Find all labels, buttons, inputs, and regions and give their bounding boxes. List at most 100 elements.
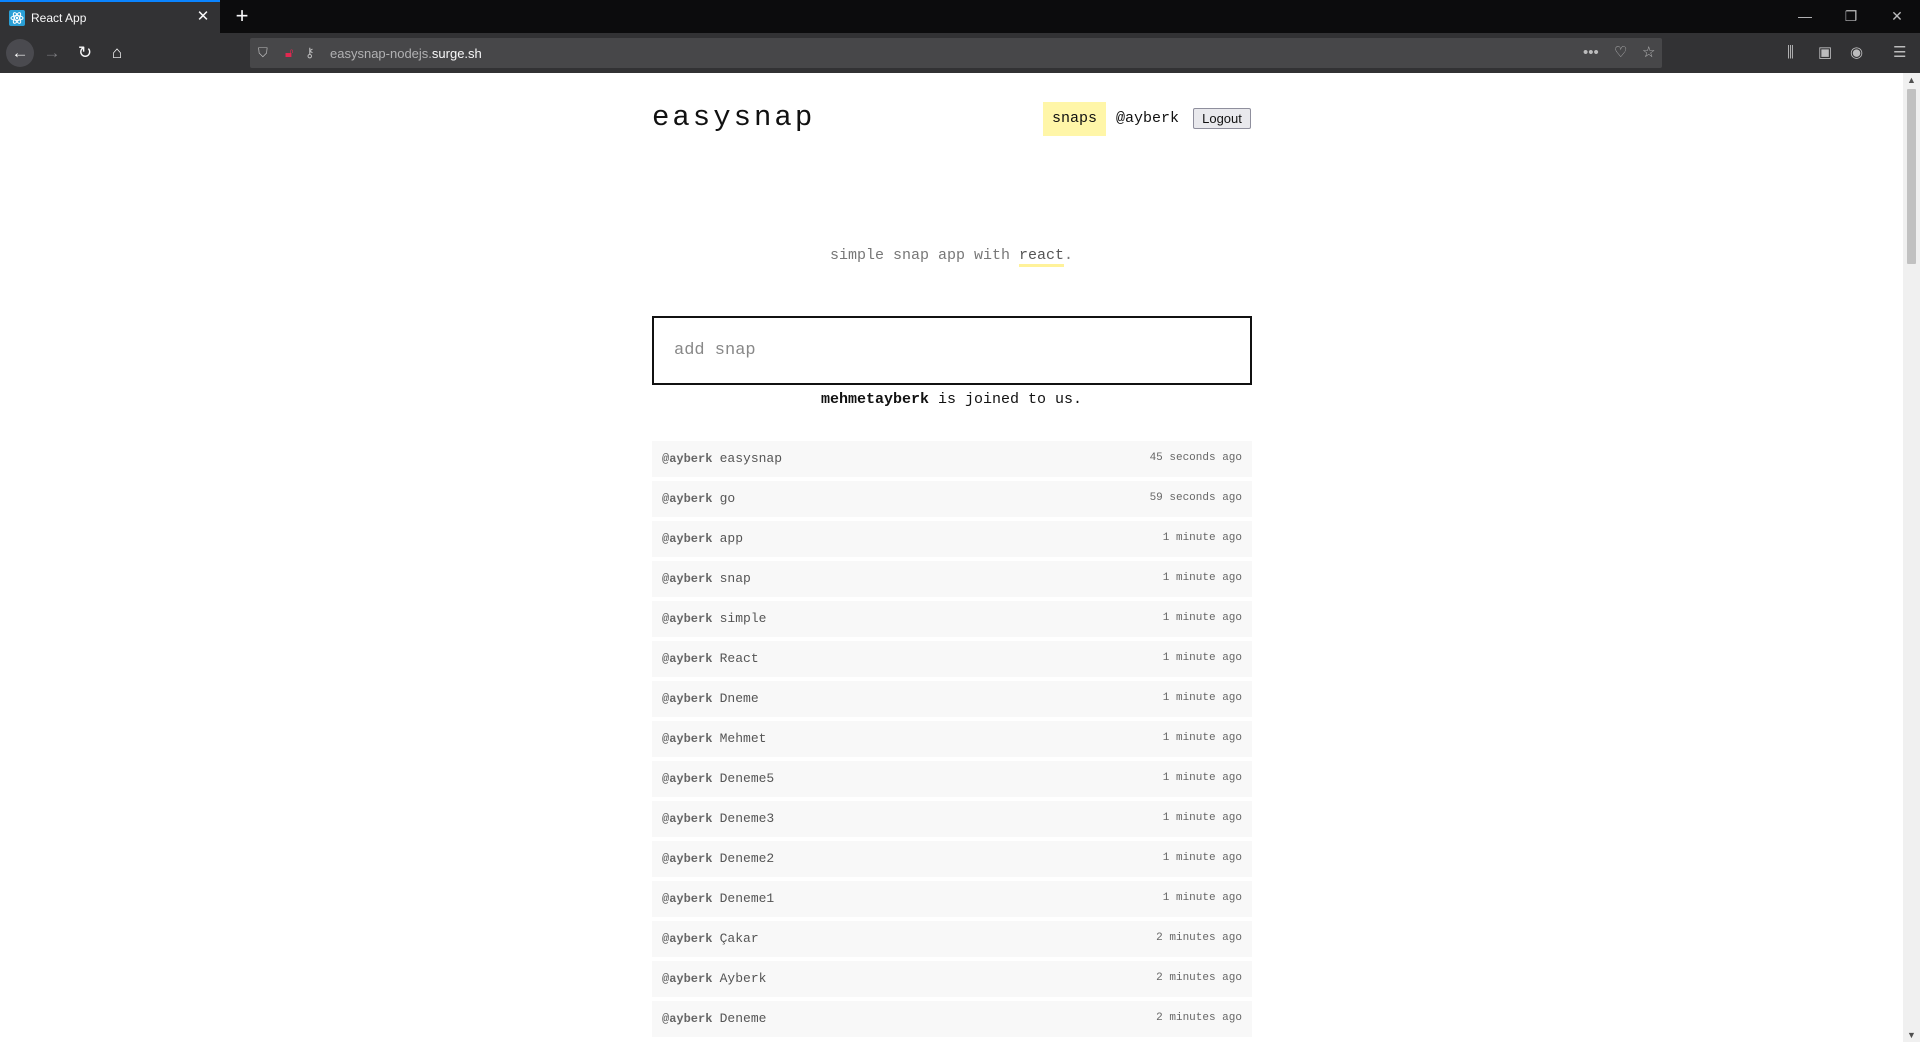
insecure-lock-icon[interactable]: 🔓︎ [285,45,293,61]
snap-content: @ayberk Mehmet [662,731,766,746]
shield-icon[interactable]: ⛉ [258,45,268,61]
snap-user[interactable]: @ayberk [662,692,712,706]
snap-time: 1 minute ago [1162,812,1242,824]
menu-icon[interactable]: ☰ [1893,43,1906,63]
snap-user[interactable]: @ayberk [662,532,712,546]
snap-text: snap [719,571,751,586]
snap-time: 2 minutes ago [1156,972,1242,984]
library-icon[interactable]: ⫼ [1787,43,1794,63]
navigation-toolbar: ← → ↻ ⌂ ⛉ 🔓︎ ⚷ easysnap-nodejs.surge.sh … [0,33,1920,73]
snap-text: Çakar [719,931,759,946]
snap-text: Deneme5 [719,771,775,786]
nav-user-link[interactable]: @ayberk [1116,102,1179,136]
pocket-icon[interactable]: ♡ [1614,44,1627,62]
snap-list: @ayberk easysnap 45 seconds ago @ayberk go… [652,441,1252,1041]
snap-content: @ayberk simple [662,611,766,626]
snap-time: 2 minutes ago [1156,1012,1242,1024]
snap-row: @ayberk Ayberk 2 minutes ago [652,961,1252,997]
snap-content: @ayberk go [662,491,735,506]
snap-row: @ayberk Deneme5 1 minute ago [652,761,1252,797]
snap-user[interactable]: @ayberk [662,1012,712,1026]
joined-text: is joined to us. [929,391,1083,408]
snap-time: 1 minute ago [1162,692,1242,704]
minimize-icon[interactable]: — [1782,0,1828,33]
snap-content: @ayberk Deneme [662,1011,766,1026]
account-icon[interactable]: ◉ [1850,43,1863,63]
snap-time: 1 minute ago [1162,572,1242,584]
url-text: easysnap-nodejs.surge.sh [330,46,482,61]
snap-row: @ayberk easysnap 45 seconds ago [652,441,1252,477]
page-actions-icon[interactable]: ••• [1583,44,1599,62]
tagline: simple snap app with react. [0,247,1903,267]
snap-row: @ayberk go 59 seconds ago [652,481,1252,517]
snap-content: @ayberk Ayberk [662,971,766,986]
restore-icon[interactable]: ❐ [1828,0,1874,33]
snap-time: 1 minute ago [1162,532,1242,544]
snap-user[interactable]: @ayberk [662,932,712,946]
scroll-up-icon[interactable]: ▲ [1903,73,1920,87]
snap-user[interactable]: @ayberk [662,892,712,906]
snap-content: @ayberk snap [662,571,751,586]
snap-user[interactable]: @ayberk [662,612,712,626]
snap-time: 1 minute ago [1162,732,1242,744]
snap-text: React [719,651,759,666]
nav-snaps-link[interactable]: snaps [1043,102,1107,136]
react-favicon-icon [9,10,25,26]
snap-user[interactable]: @ayberk [662,732,712,746]
bookmark-star-icon[interactable]: ☆ [1642,44,1655,62]
snap-content: @ayberk Çakar [662,931,759,946]
snap-user[interactable]: @ayberk [662,652,712,666]
sidebar-icon[interactable]: ▣ [1818,43,1832,63]
snap-user[interactable]: @ayberk [662,452,712,466]
tab-strip: React App ✕ + — ❐ ✕ [0,0,1920,33]
forward-arrow-icon[interactable]: → [38,39,66,67]
snap-user[interactable]: @ayberk [662,812,712,826]
snap-row: @ayberk Dneme 1 minute ago [652,681,1252,717]
snap-user[interactable]: @ayberk [662,492,712,506]
tagline-end: . [1064,247,1074,264]
tagline-highlight: react [1019,247,1065,267]
key-icon[interactable]: ⚷ [305,45,315,61]
snap-text: Deneme3 [719,811,775,826]
snap-time: 2 minutes ago [1156,932,1242,944]
snap-text: Ayberk [719,971,767,986]
snap-user[interactable]: @ayberk [662,852,712,866]
snap-row: @ayberk React 1 minute ago [652,641,1252,677]
page-scrollbar[interactable]: ▲ ▼ [1903,73,1920,1042]
window-close-icon[interactable]: ✕ [1874,0,1920,33]
scroll-down-icon[interactable]: ▼ [1903,1028,1920,1042]
app-logo[interactable]: easysnap [652,101,815,134]
snap-text: easysnap [719,451,783,466]
snap-user[interactable]: @ayberk [662,972,712,986]
snap-text: go [719,491,736,506]
logout-button[interactable]: Logout [1193,108,1251,129]
snap-row: @ayberk Deneme2 1 minute ago [652,841,1252,877]
snap-row: @ayberk Deneme 2 minutes ago [652,1001,1252,1037]
snap-content: @ayberk Dneme [662,691,759,706]
snap-time: 59 seconds ago [1149,492,1242,504]
browser-tab[interactable]: React App ✕ [0,0,220,33]
snap-time: 1 minute ago [1162,652,1242,664]
home-icon[interactable]: ⌂ [103,39,131,67]
back-arrow-icon[interactable]: ← [6,39,34,67]
close-tab-icon[interactable]: ✕ [194,8,212,26]
snap-time: 1 minute ago [1162,852,1242,864]
tab-title: React App [31,11,87,25]
scrollbar-thumb[interactable] [1907,89,1916,264]
snap-content: @ayberk easysnap [662,451,782,466]
snap-text: Dneme [719,691,759,706]
snap-text: app [719,531,744,546]
snap-text: Mehmet [719,731,767,746]
address-bar[interactable]: ⛉ 🔓︎ ⚷ easysnap-nodejs.surge.sh ••• ♡ ☆ [250,38,1662,68]
snap-content: @ayberk app [662,531,743,546]
snap-time: 1 minute ago [1162,892,1242,904]
join-notification: mehmetayberk is joined to us. [0,391,1903,408]
snap-user[interactable]: @ayberk [662,572,712,586]
snap-user[interactable]: @ayberk [662,772,712,786]
snap-row: @ayberk Çakar 2 minutes ago [652,921,1252,957]
snap-text: Deneme2 [719,851,775,866]
add-snap-input[interactable] [652,316,1252,385]
reload-icon[interactable]: ↻ [71,39,99,67]
new-tab-icon[interactable]: + [230,4,254,28]
tagline-text: simple snap app with [829,247,1019,264]
